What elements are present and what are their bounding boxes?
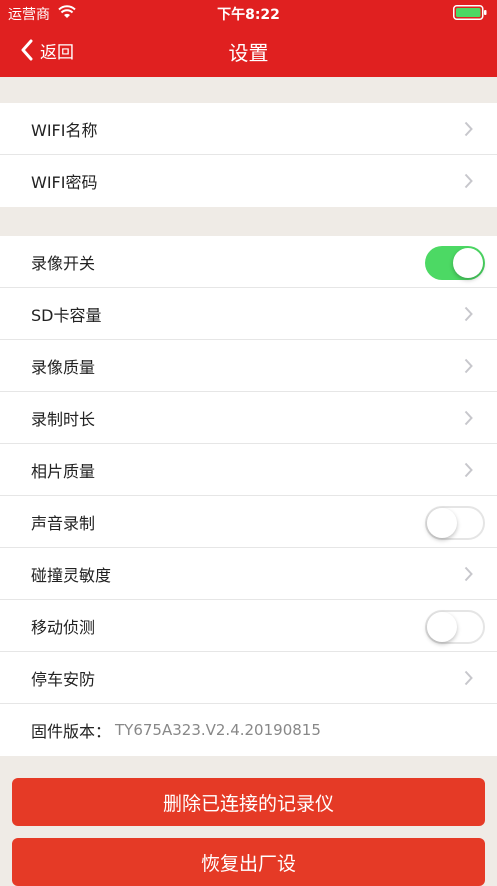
chevron-right-icon	[464, 410, 473, 426]
row-label: 声音录制	[31, 513, 96, 533]
settings-row-photo-quality[interactable]: 相片质量	[0, 444, 497, 496]
chevron-right-icon	[464, 306, 473, 322]
settings-row-recording-duration[interactable]: 录制时长	[0, 392, 497, 444]
app-header: 运营商 下午8:22 返回 设置	[0, 0, 497, 77]
firmware-value: TY675A323.V2.4.20190815	[115, 721, 321, 739]
row-label: WIFI名称	[31, 120, 98, 140]
factory-reset-button[interactable]: 恢复出厂设	[12, 838, 485, 886]
row-label: 移动侦测	[31, 617, 96, 637]
settings-row-parking-security[interactable]: 停车安防	[0, 652, 497, 704]
toggle-knob	[427, 508, 457, 538]
audio-recording-toggle[interactable]	[425, 506, 485, 540]
settings-row-audio-recording: 声音录制	[0, 496, 497, 548]
recording-settings-group: 录像开关 SD卡容量 录像质量 录制时长 相片质量 声音录制 碰撞灵敏度 移动侦…	[0, 236, 497, 756]
settings-row-collision-sensitivity[interactable]: 碰撞灵敏度	[0, 548, 497, 600]
navigation-bar: 返回 设置	[0, 24, 497, 77]
settings-row-recording-switch: 录像开关	[0, 236, 497, 288]
settings-row-sd-capacity[interactable]: SD卡容量	[0, 288, 497, 340]
toggle-knob	[427, 612, 457, 642]
row-label: 相片质量	[31, 461, 96, 481]
settings-row-firmware-version: 固件版本： TY675A323.V2.4.20190815	[0, 704, 497, 756]
settings-row-motion-detection: 移动侦测	[0, 600, 497, 652]
chevron-right-icon	[464, 173, 473, 189]
row-label: 录制时长	[31, 409, 96, 429]
settings-row-wifi-password[interactable]: WIFI密码	[0, 155, 497, 207]
row-label: WIFI密码	[31, 173, 98, 192]
wifi-settings-group: WIFI名称 WIFI密码	[0, 103, 497, 207]
chevron-right-icon	[464, 670, 473, 686]
status-time: 下午8:22	[217, 7, 280, 23]
chevron-right-icon	[464, 462, 473, 478]
row-label: SD卡容量	[31, 305, 102, 325]
row-label: 录像质量	[31, 357, 96, 377]
recording-toggle[interactable]	[425, 246, 485, 280]
chevron-right-icon	[464, 566, 473, 582]
firmware-label: 固件版本：	[31, 722, 112, 741]
status-bar: 运营商 下午8:22	[0, 0, 497, 24]
delete-recorder-button[interactable]: 删除已连接的记录仪	[12, 778, 485, 826]
chevron-right-icon	[464, 121, 473, 137]
row-label: 录像开关	[31, 253, 96, 273]
page-title: 设置	[228, 41, 269, 65]
battery-icon	[453, 5, 487, 20]
settings-row-video-quality[interactable]: 录像质量	[0, 340, 497, 392]
settings-row-wifi-name[interactable]: WIFI名称	[0, 103, 497, 155]
toggle-knob	[453, 248, 483, 278]
motion-detection-toggle[interactable]	[425, 610, 485, 644]
row-label: 碰撞灵敏度	[31, 565, 112, 585]
chevron-right-icon	[464, 358, 473, 374]
row-label: 停车安防	[31, 669, 96, 689]
